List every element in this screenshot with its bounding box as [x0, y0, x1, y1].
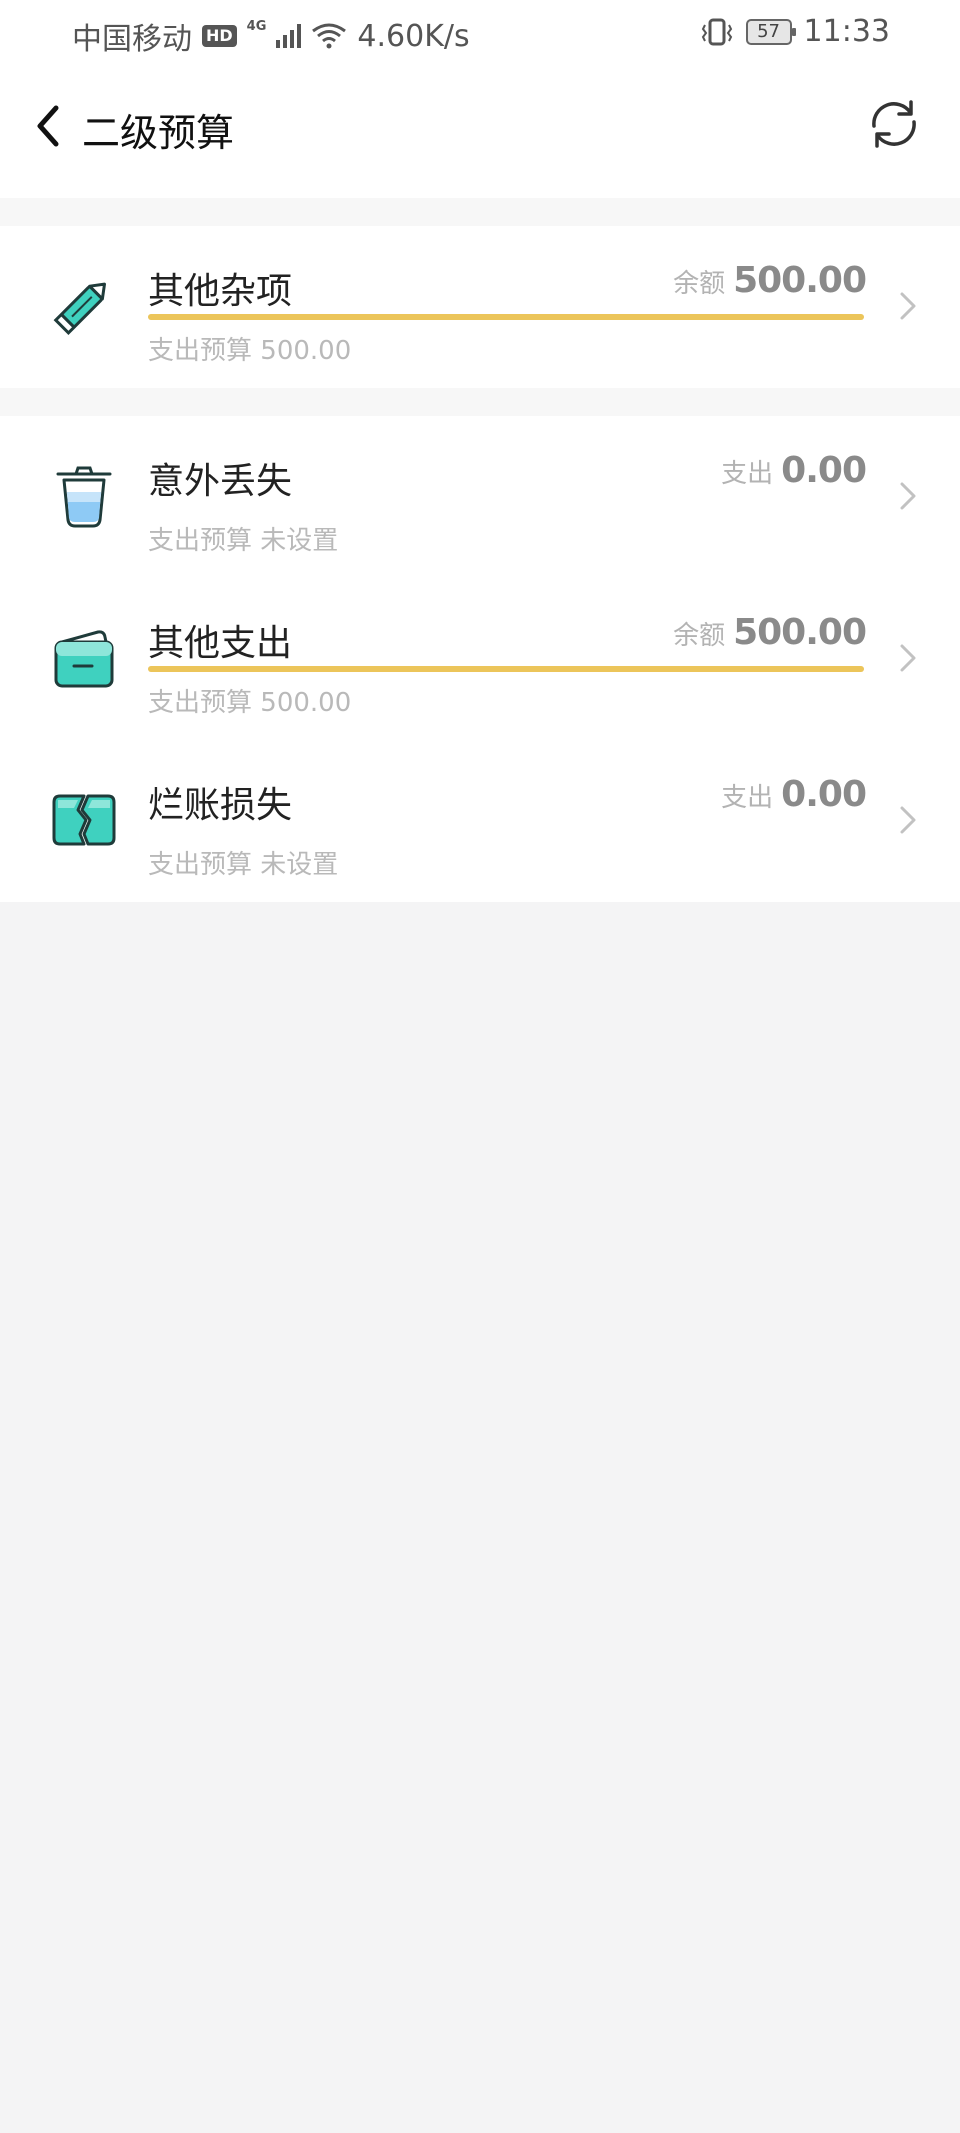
page-title: 二级预算 — [82, 111, 235, 155]
network-speed: 4.60K/s — [357, 18, 470, 54]
item-name: 其他支出 — [148, 623, 293, 664]
amount-label: 余额 — [673, 621, 726, 651]
pencil-icon — [53, 282, 107, 335]
sub-value: 500.00 — [260, 688, 352, 718]
amount-label: 支出 — [721, 783, 774, 813]
signal-icon — [276, 24, 302, 48]
budget-item-意外丢失[interactable]: 意外丢失 支出 0.00 支出预算 未设置 — [0, 416, 960, 578]
item-sub: 支出预算 500.00 — [148, 330, 351, 367]
chevron-right-icon — [900, 806, 916, 834]
amount-label: 支出 — [721, 459, 774, 489]
amount-label: 余额 — [673, 269, 726, 299]
item-amount: 支出 0.00 — [721, 774, 867, 815]
sub-label: 支出预算 — [148, 850, 253, 880]
status-bar: 中国移动 HD 4G 4.60K/s 57 11:33 — [0, 0, 960, 66]
item-name: 其他杂项 — [148, 271, 293, 312]
budget-item-烂账损失[interactable]: 烂账损失 支出 0.00 支出预算 未设置 — [0, 740, 960, 902]
clock: 11:33 — [803, 14, 890, 49]
hd-badge: HD — [202, 25, 237, 47]
list-gap — [0, 388, 960, 416]
sub-label: 支出预算 — [148, 688, 253, 718]
refresh-icon[interactable] — [864, 94, 924, 154]
progress-bar — [148, 666, 864, 672]
amount-value: 0.00 — [781, 774, 867, 815]
battery-icon: 57 — [745, 18, 796, 45]
sub-label: 支出预算 — [148, 526, 253, 556]
item-amount: 余额 500.00 — [673, 260, 867, 301]
chevron-left-icon[interactable] — [28, 96, 68, 156]
sub-label: 支出预算 — [148, 336, 253, 366]
item-amount: 余额 500.00 — [673, 612, 867, 653]
status-left: 中国移动 HD 4G 4.60K/s — [72, 14, 470, 58]
trash-can-icon — [56, 466, 112, 528]
chevron-right-icon — [900, 292, 916, 320]
list-gap — [0, 198, 960, 226]
wifi-icon — [312, 23, 347, 49]
item-amount: 支出 0.00 — [721, 450, 867, 491]
amount-value: 0.00 — [781, 450, 867, 491]
item-sub: 支出预算 未设置 — [148, 844, 338, 881]
budget-item-其他杂项[interactable]: 其他杂项 余额 500.00 支出预算 500.00 — [0, 226, 960, 388]
sub-value: 未设置 — [260, 526, 339, 556]
carrier-label: 中国移动 — [72, 22, 192, 57]
page: 中国移动 HD 4G 4.60K/s 57 11:33 二级预算 其他杂项 余额… — [0, 0, 960, 2133]
budget-list: 其他杂项 余额 500.00 支出预算 500.00 意外丢失 支出 0.00 … — [0, 198, 960, 902]
item-name: 意外丢失 — [148, 461, 293, 502]
sub-value: 500.00 — [260, 336, 352, 366]
wallet-icon — [54, 630, 114, 688]
progress-fill — [148, 314, 864, 320]
amount-value: 500.00 — [733, 612, 867, 653]
item-sub: 支出预算 500.00 — [148, 682, 351, 719]
budget-item-其他支出[interactable]: 其他支出 余额 500.00 支出预算 500.00 — [0, 578, 960, 740]
header: 二级预算 — [0, 66, 960, 198]
chevron-right-icon — [900, 482, 916, 510]
progress-fill — [148, 666, 864, 672]
vibrate-icon — [701, 18, 732, 45]
item-name: 烂账损失 — [148, 785, 293, 826]
chevron-right-icon — [900, 644, 916, 672]
amount-value: 500.00 — [733, 260, 867, 301]
network-type: 4G — [246, 18, 267, 34]
status-right: 57 11:33 — [700, 14, 890, 49]
item-sub: 支出预算 未设置 — [148, 520, 338, 557]
sub-value: 未设置 — [260, 850, 339, 880]
progress-bar — [148, 314, 864, 320]
broken-card-icon — [52, 794, 116, 846]
